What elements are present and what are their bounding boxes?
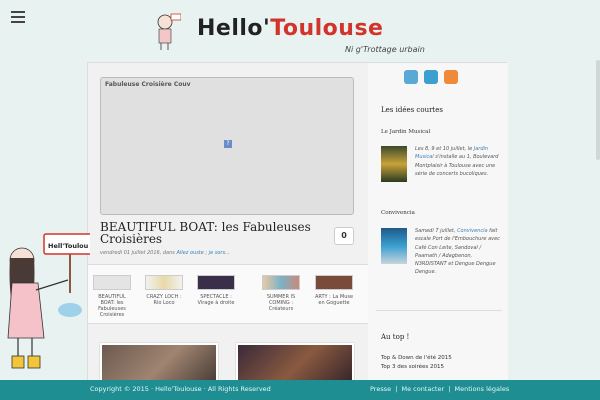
post-meta: vendredi 01 juillet 2016, dans Allez ous… <box>100 250 230 256</box>
sidebar: Les idées courtes Le Jardin Musical Les … <box>368 63 508 393</box>
post-category-link[interactable]: Allez ouste ; je sors... <box>176 250 229 256</box>
rss-icon[interactable] <box>444 70 458 84</box>
top-list-item[interactable]: Top & Down de l'été 2015 <box>381 355 452 361</box>
jardin-musical-title[interactable]: Le Jardin Musical <box>381 129 430 135</box>
related-post[interactable]: SUMMER IS COMING : Créateurs <box>260 275 302 312</box>
related-post[interactable]: CRAZY LOCH : Rio Loco <box>143 275 185 306</box>
post-date: vendredi 01 juillet 2016 <box>100 250 160 256</box>
twitter-icon[interactable] <box>404 70 418 84</box>
hamburger-menu-icon[interactable] <box>11 11 25 26</box>
related-thumbnail <box>262 275 300 290</box>
short-ideas-heading: Les idées courtes <box>381 106 443 114</box>
related-thumbnail <box>315 275 353 290</box>
vimeo-icon[interactable] <box>424 70 438 84</box>
related-posts: BEAUTIFUL BOAT: les Fabuleuses Croisière… <box>88 264 368 324</box>
footer-link-presse[interactable]: Presse <box>370 385 391 393</box>
logo-girl-illustration <box>157 13 181 50</box>
top-heading: Au top ! <box>381 333 410 341</box>
jardin-musical-poster[interactable] <box>381 146 407 182</box>
convivencia-poster[interactable] <box>381 228 407 264</box>
convivencia-text: Samedi 7 juillet, Convivencia fait escal… <box>415 228 500 276</box>
footer-link-contact[interactable]: Me contacter <box>401 385 444 393</box>
logo-title: Hello'Toulouse <box>197 16 384 41</box>
top-list-item[interactable]: Top 3 des soirées 2015 <box>381 364 444 370</box>
site-footer: Copyright © 2015 · Hello'Toulouse · All … <box>0 380 600 400</box>
sidebar-divider <box>376 310 502 311</box>
site-logo[interactable]: Hello'Toulouse Ni g'Trottage urbain <box>145 8 445 58</box>
jardin-musical-text: Les 8, 9 et 10 juillet, le Jardin Musica… <box>415 146 499 177</box>
mascot-girl-illustration: Hell'Toulou <box>7 233 90 369</box>
main-column: Fabuleuse Croisière Couv ? BEAUTIFUL BOA… <box>88 63 368 393</box>
missing-plugin-icon: ? <box>224 140 232 148</box>
page-scrollbar[interactable] <box>596 60 600 160</box>
convivencia-title[interactable]: Convivencia <box>381 210 415 216</box>
content-container: Fabuleuse Croisière Couv ? BEAUTIFUL BOA… <box>87 62 508 393</box>
comment-count-badge[interactable]: 0 <box>334 227 354 245</box>
svg-text:Hell'Toulou: Hell'Toulou <box>48 242 89 250</box>
related-post[interactable]: SPECTACLE : Virage à droite <box>195 275 237 306</box>
copyright-text: Copyright © 2015 · Hello'Toulouse · All … <box>90 385 271 393</box>
post-title[interactable]: BEAUTIFUL BOAT: les Fabuleuses Croisière… <box>100 221 320 245</box>
logo-tagline: Ni g'Trottage urbain <box>345 45 425 54</box>
related-post[interactable]: BEAUTIFUL BOAT: les Fabuleuses Croisière… <box>91 275 133 318</box>
related-post[interactable]: ARTY : La Muse en Goguette <box>313 275 355 306</box>
footer-link-mentions[interactable]: Mentions légales <box>455 385 510 393</box>
related-thumbnail <box>197 275 235 290</box>
video-title: Fabuleuse Croisière Couv <box>105 81 191 88</box>
video-embed[interactable]: Fabuleuse Croisière Couv ? <box>100 77 354 215</box>
related-thumbnail <box>145 275 183 290</box>
related-thumbnail <box>93 275 131 290</box>
footer-links: Presse | Me contacter | Mentions légales <box>370 385 510 393</box>
